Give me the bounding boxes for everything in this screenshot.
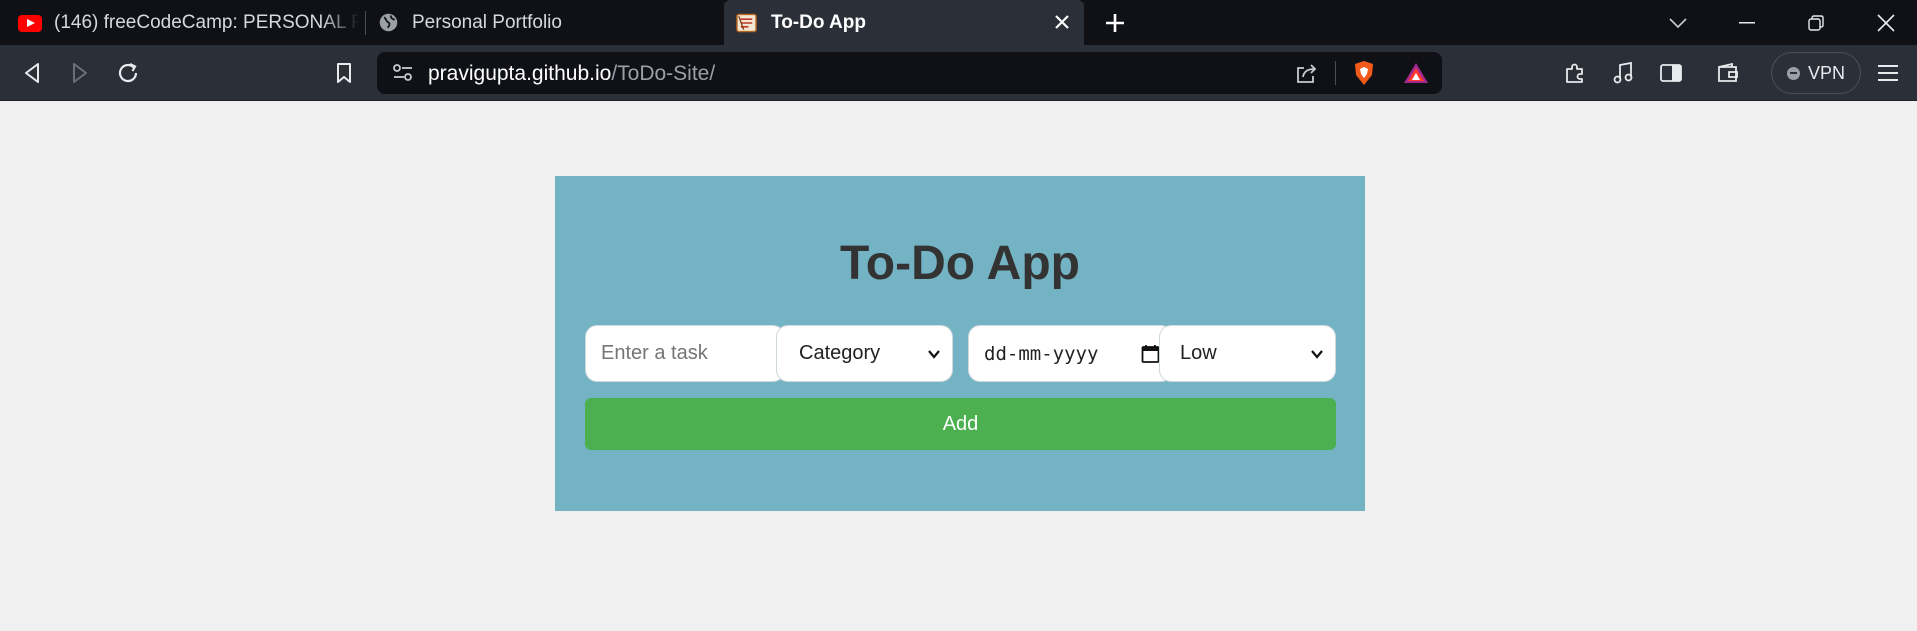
browser-tab-strip: (146) freeCodeCamp: PERSONAL PORTFOLIO P… — [0, 0, 1917, 45]
minimize-button[interactable] — [1717, 0, 1777, 45]
bookmark-button[interactable] — [330, 59, 358, 87]
media-button[interactable] — [1609, 59, 1637, 87]
wallet-icon — [1718, 62, 1738, 82]
site-settings-icon — [393, 64, 412, 81]
url-domain: pravigupta.github.io — [428, 62, 612, 85]
priority-selected-value: Low — [1180, 342, 1217, 364]
tab-personal-portfolio[interactable]: Personal Portfolio — [366, 0, 722, 45]
sidebar-icon — [1660, 64, 1682, 82]
extensions-button[interactable] — [1561, 59, 1589, 87]
close-window-button[interactable] — [1856, 0, 1916, 45]
divider — [1335, 61, 1336, 85]
task-input[interactable] — [585, 325, 785, 382]
wallet-button[interactable] — [1714, 59, 1742, 87]
url-path: /ToDo-Site/ — [611, 62, 716, 85]
back-arrow-icon — [25, 63, 39, 83]
hamburger-menu-icon — [1878, 65, 1898, 81]
bookmark-icon — [337, 63, 351, 83]
vpn-status-icon — [1786, 66, 1800, 80]
new-tab-button[interactable] — [1102, 10, 1128, 36]
close-tab-button[interactable] — [1050, 10, 1074, 34]
brave-rewards-icon[interactable] — [1403, 61, 1429, 85]
chevron-down-icon — [1669, 17, 1687, 28]
vpn-label: VPN — [1807, 62, 1845, 83]
close-icon — [1055, 15, 1069, 29]
reload-icon — [118, 63, 138, 83]
forward-button[interactable] — [66, 59, 94, 87]
category-select[interactable]: Category — [776, 325, 953, 382]
main-menu-button[interactable] — [1874, 59, 1902, 87]
calendar-icon[interactable] — [1141, 344, 1160, 364]
due-date-input[interactable]: dd-mm-yyyy — [968, 325, 1173, 382]
globe-icon — [379, 13, 398, 32]
add-task-button[interactable]: Add — [585, 398, 1336, 450]
minimize-icon — [1739, 21, 1755, 23]
puzzle-icon — [1566, 63, 1583, 83]
tab-list-button[interactable] — [1648, 0, 1708, 45]
address-bar[interactable]: pravigupta.github.io/ToDo-Site/ — [377, 52, 1442, 94]
url-text: pravigupta.github.io/ToDo-Site/ — [428, 62, 715, 86]
restore-icon — [1808, 14, 1824, 31]
page-body: To-Do App Category dd-mm-yyyy Low Add — [0, 101, 1917, 631]
category-selected-value: Category — [799, 342, 881, 364]
tab-title: (146) freeCodeCamp: PERSONAL PORTFOLIO — [54, 11, 359, 33]
share-icon[interactable] — [1294, 62, 1318, 84]
date-placeholder: dd-mm-yyyy — [984, 342, 1099, 365]
tab-title: Personal Portfolio — [412, 11, 562, 33]
priority-select[interactable]: Low — [1159, 325, 1336, 382]
chevron-down-icon — [928, 350, 940, 359]
todo-container: To-Do App Category dd-mm-yyyy Low Add — [555, 176, 1365, 511]
music-note-icon — [1613, 61, 1633, 84]
tab-title: To-Do App — [771, 11, 866, 33]
chevron-down-icon — [1311, 350, 1323, 359]
tab-freecodecamp[interactable]: (146) freeCodeCamp: PERSONAL PORTFOLIO — [0, 0, 364, 45]
restore-button[interactable] — [1786, 0, 1846, 45]
todo-favicon-icon — [736, 13, 757, 33]
reload-button[interactable] — [114, 59, 142, 87]
forward-arrow-icon — [73, 63, 87, 83]
back-button[interactable] — [18, 59, 46, 87]
vpn-button[interactable]: VPN — [1771, 52, 1861, 94]
close-icon — [1877, 13, 1895, 32]
brave-shields-icon[interactable] — [1352, 60, 1376, 86]
sidebar-button[interactable] — [1657, 59, 1685, 87]
page-title: To-Do App — [840, 237, 1080, 290]
browser-toolbar: pravigupta.github.io/ToDo-Site/ VPN — [0, 45, 1917, 101]
tab-todo-app[interactable]: To-Do App — [724, 0, 1084, 45]
youtube-icon — [18, 15, 42, 32]
